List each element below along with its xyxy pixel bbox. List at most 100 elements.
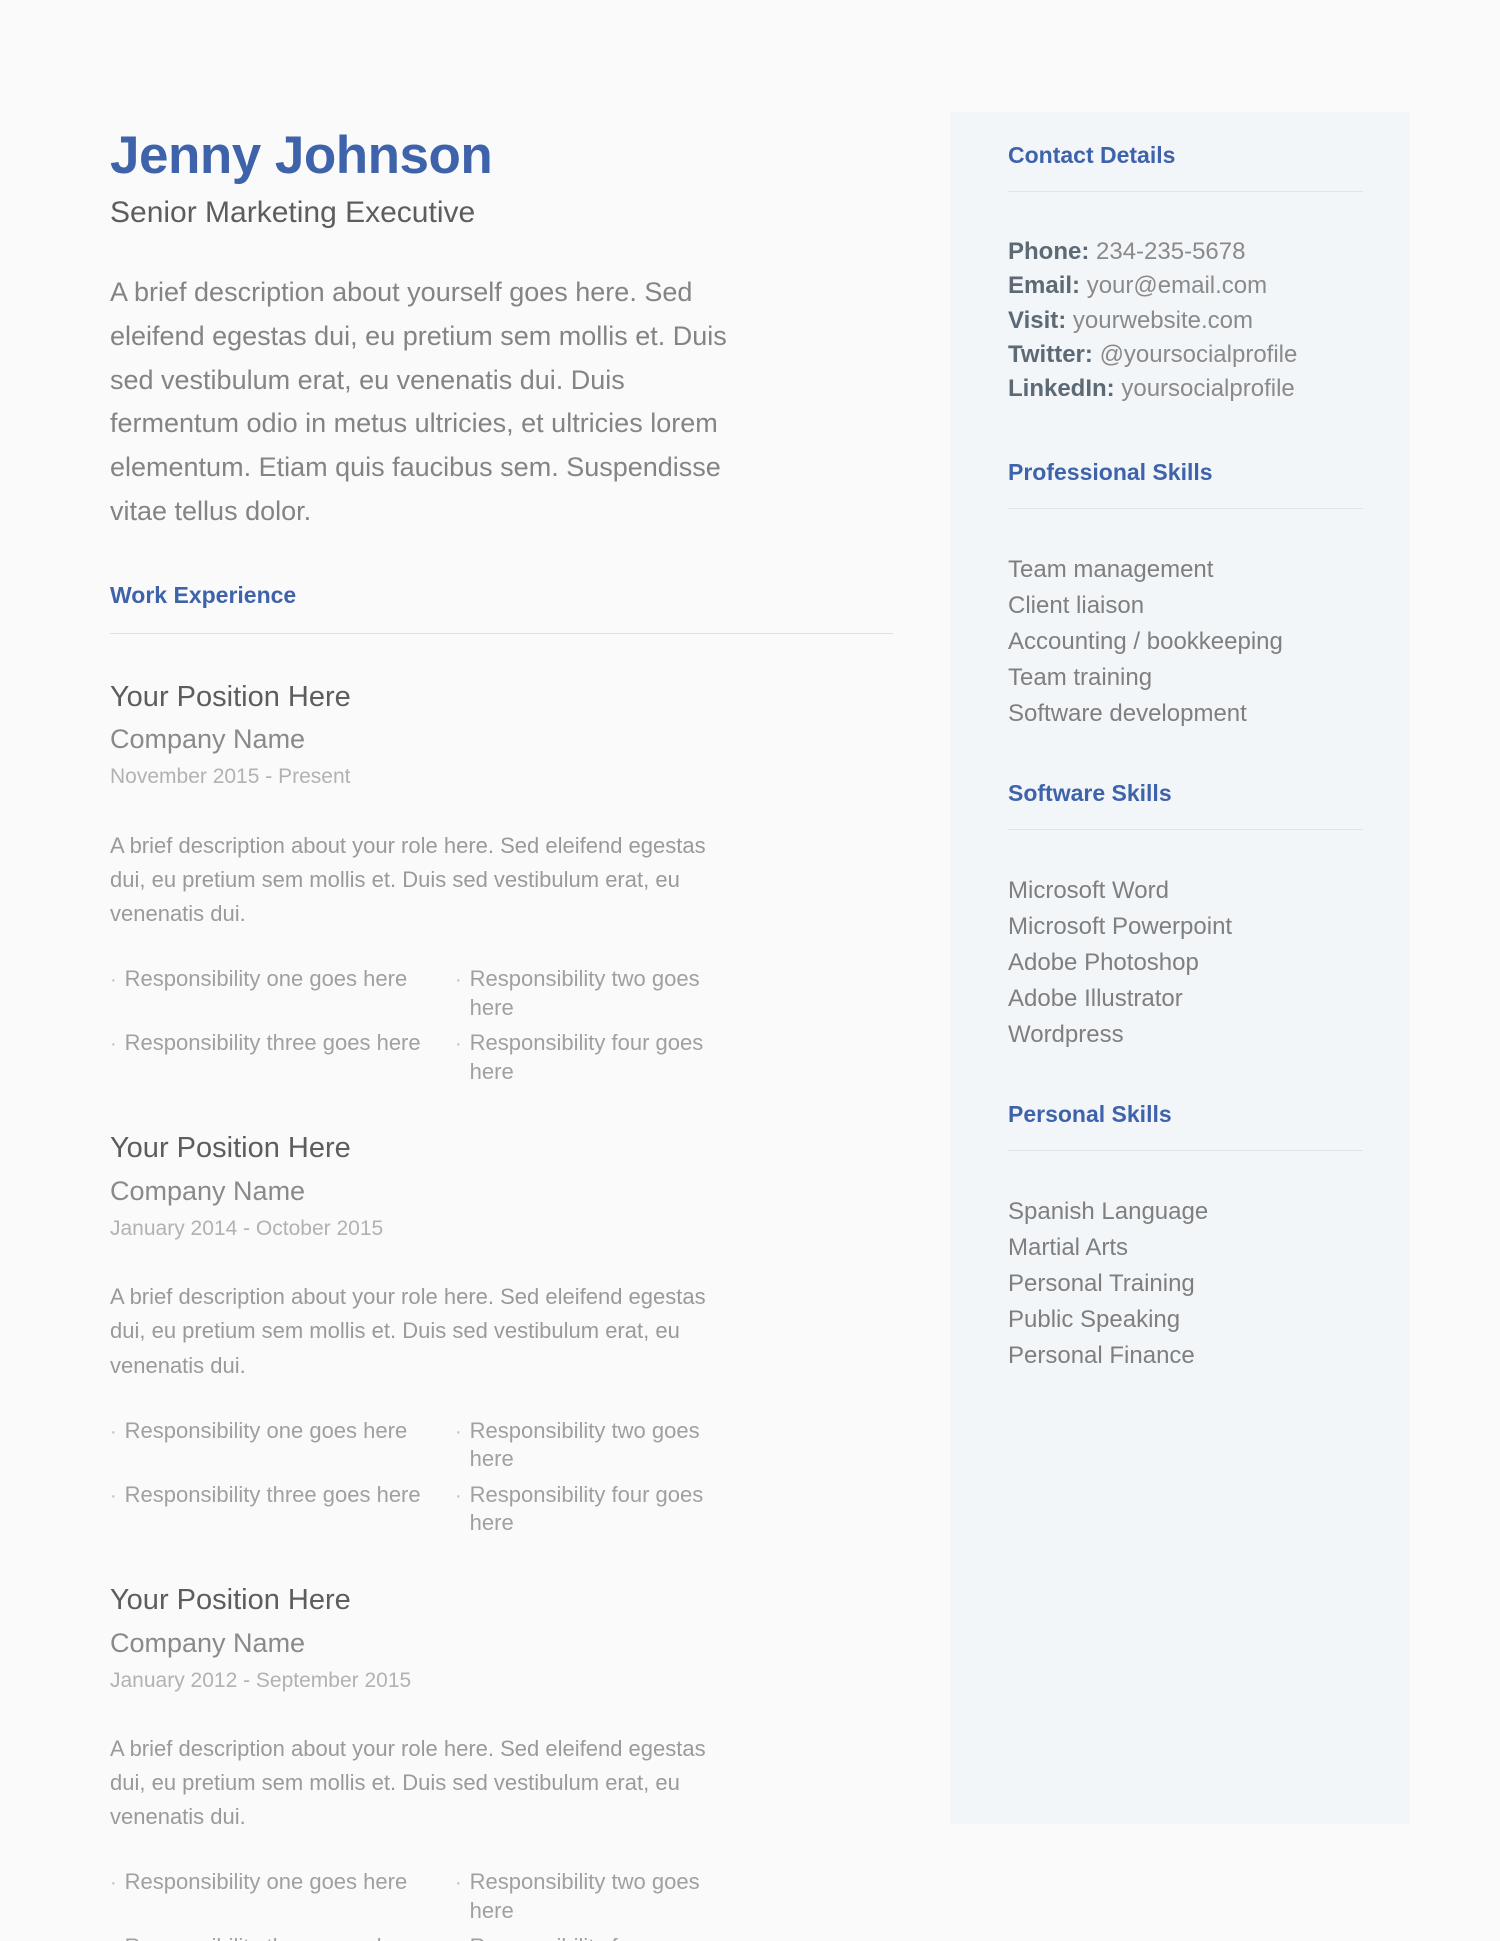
software-skill-item: Microsoft Powerpoint — [1008, 912, 1233, 940]
job-position: Your Position Here — [110, 1584, 351, 1617]
job-dates: November 2015 - Present — [110, 765, 351, 789]
responsibility-grid: · Responsibility one goes here · Responsibi… — [110, 965, 732, 1086]
responsibility-label: Responsibility one goes here — [124, 1869, 408, 1895]
responsibility-label: Responsibility four goes here — [470, 1933, 732, 1941]
bullet-icon: · — [110, 968, 117, 991]
job-entry: Your Position Here Company Name January 20… — [110, 1582, 732, 1941]
responsibility-item: · Responsibility three goes here — [110, 1029, 455, 1086]
job-dates: January 2014 - October 2015 — [110, 1217, 384, 1241]
personal-skill-item: Public Speaking — [1008, 1305, 1181, 1333]
professional-skill-item: Team management — [1008, 555, 1214, 583]
professional-skill-item: Software development — [1008, 699, 1247, 727]
software-skills-list: Microsoft Word Microsoft Powerpoint Adobe … — [1008, 873, 1364, 1053]
responsibility-item: · Responsibility three goes here — [110, 1481, 455, 1538]
responsibility-item: · Responsibility one goes here — [110, 1868, 455, 1925]
contact-value: your@email.com — [1086, 272, 1268, 300]
personal-skills-divider — [1008, 1149, 1363, 1151]
job-list: Your Position Here Company Name November 2… — [110, 679, 732, 1941]
job-description: A brief description about your role here… — [110, 832, 706, 926]
work-experience-divider — [110, 632, 893, 634]
bullet-icon: · — [110, 1938, 117, 1941]
contact-list: Phone: 234-235-5678 Email: your@email.com… — [1008, 235, 1364, 407]
responsibility-label: Responsibility one goes here — [124, 965, 408, 991]
bullet-icon: · — [110, 1872, 117, 1895]
professional-skill-item: Client liaison — [1008, 591, 1145, 619]
software-skill-item: Adobe Illustrator — [1008, 984, 1183, 1012]
bullet-icon: · — [110, 1420, 117, 1443]
professional-skills-divider — [1008, 507, 1363, 509]
contact-details-divider — [1008, 191, 1363, 192]
job-company: Company Name — [110, 1627, 306, 1658]
job-entry: Your Position Here Company Name November 2… — [110, 679, 732, 1087]
contact-item[interactable]: Phone: 234-235-5678 — [1008, 235, 1364, 269]
responsibility-label: Responsibility two goes here — [469, 1869, 700, 1923]
contact-item[interactable]: Email: your@email.com — [1008, 269, 1364, 303]
sidebar-section-software-skills: Software Skills Microsoft Word Microsoft … — [1008, 780, 1364, 1053]
work-experience-heading: Work Experience — [110, 581, 297, 608]
job-entry: Your Position Here Company Name January 20… — [110, 1130, 732, 1538]
professional-skill-item: Team training — [1008, 663, 1153, 691]
bullet-icon: · — [110, 1033, 117, 1056]
bullet-icon: · — [455, 1420, 462, 1443]
job-dates: January 2012 - September 2015 — [110, 1668, 412, 1692]
job-description: A brief description about your role here… — [110, 1736, 706, 1830]
contact-value: yoursocialprofile — [1121, 375, 1295, 403]
personal-skills-list: Spanish Language Martial Arts Personal Tra… — [1008, 1194, 1364, 1374]
software-skills-heading: Software Skills — [1008, 779, 1172, 806]
sidebar-section-personal-skills: Personal Skills Spanish Language Martial … — [1008, 1101, 1364, 1374]
resume-columns: Jenny Johnson Senior Marketing Executive… — [0, 0, 1500, 1941]
contact-item[interactable]: Twitter: @yoursocialprofile — [1008, 338, 1364, 372]
personal-skill-item: Personal Finance — [1008, 1341, 1195, 1369]
job-position: Your Position Here — [110, 1132, 351, 1165]
job-company: Company Name — [110, 724, 306, 755]
candidate-name: Jenny Johnson — [110, 126, 493, 185]
responsibility-item: · Responsibility two goes here — [455, 965, 732, 1022]
main-column: Jenny Johnson Senior Marketing Executive… — [0, 0, 893, 1941]
responsibility-label: Responsibility three goes here — [124, 1030, 421, 1056]
bullet-icon: · — [455, 1872, 462, 1895]
responsibility-item: · Responsibility three goes here — [110, 1933, 455, 1941]
contact-label: LinkedIn: — [1008, 375, 1115, 403]
contact-item[interactable]: LinkedIn: yoursocialprofile — [1008, 372, 1364, 406]
bullet-icon: · — [455, 1484, 462, 1507]
responsibility-label: Responsibility two goes here — [469, 965, 700, 1020]
spacer-professional — [1008, 740, 1364, 780]
bullet-icon: · — [455, 1938, 462, 1941]
job-position: Your Position Here — [110, 680, 351, 713]
sidebar-section-contact: Contact Details Phone: 234-235-5678 Email… — [1008, 142, 1364, 407]
bullet-icon: · — [455, 968, 462, 991]
personal-skill-item: Personal Training — [1008, 1269, 1195, 1297]
responsibility-item: · Responsibility one goes here — [110, 1417, 455, 1474]
personal-skill-item: Martial Arts — [1008, 1233, 1129, 1261]
contact-item[interactable]: Visit: yourwebsite.com — [1008, 304, 1364, 338]
sidebar-section-professional-skills: Professional Skills Team management Clien… — [1008, 459, 1364, 732]
resume-page: Jenny Johnson Senior Marketing Executive… — [0, 0, 1500, 1941]
contact-value: @yoursocialprofile — [1099, 340, 1298, 368]
responsibility-item: · Responsibility four goes here — [455, 1481, 732, 1538]
contact-value: yourwebsite.com — [1072, 306, 1253, 334]
responsibility-label: Responsibility one goes here — [124, 1417, 408, 1443]
bullet-icon: · — [455, 1033, 462, 1056]
professional-skills-list: Team management Client liaison Accounting … — [1008, 552, 1364, 732]
software-skill-item: Wordpress — [1008, 1020, 1124, 1048]
responsibility-label: Responsibility four goes here — [469, 1481, 704, 1536]
job-description: A brief description about your role here… — [110, 1284, 706, 1378]
bullet-icon: · — [110, 1484, 117, 1507]
professional-skill-item: Accounting / bookkeeping — [1008, 627, 1283, 655]
responsibility-label: Responsibility four goes here — [469, 1030, 704, 1084]
job-company: Company Name — [110, 1175, 306, 1206]
spacer-software — [1008, 1061, 1364, 1101]
spacer-contact — [1008, 415, 1364, 459]
contact-label: Twitter: — [1008, 340, 1093, 368]
professional-skills-heading: Professional Skills — [1008, 458, 1213, 485]
candidate-job-title: Senior Marketing Executive — [110, 195, 476, 229]
responsibility-label: Responsibility three goes here — [124, 1481, 421, 1507]
contact-value: 234-235-5678 — [1096, 238, 1246, 265]
contact-details-heading: Contact Details — [1008, 142, 1176, 168]
sidebar: Contact Details Phone: 234-235-5678 Email… — [950, 112, 1410, 1824]
responsibility-item: · Responsibility four goes here — [455, 1029, 732, 1086]
contact-label: Visit: — [1008, 306, 1067, 334]
candidate-summary: A brief description about yourself goes … — [110, 277, 727, 526]
software-skill-item: Microsoft Word — [1008, 876, 1169, 904]
personal-skills-heading: Personal Skills — [1008, 1100, 1172, 1127]
